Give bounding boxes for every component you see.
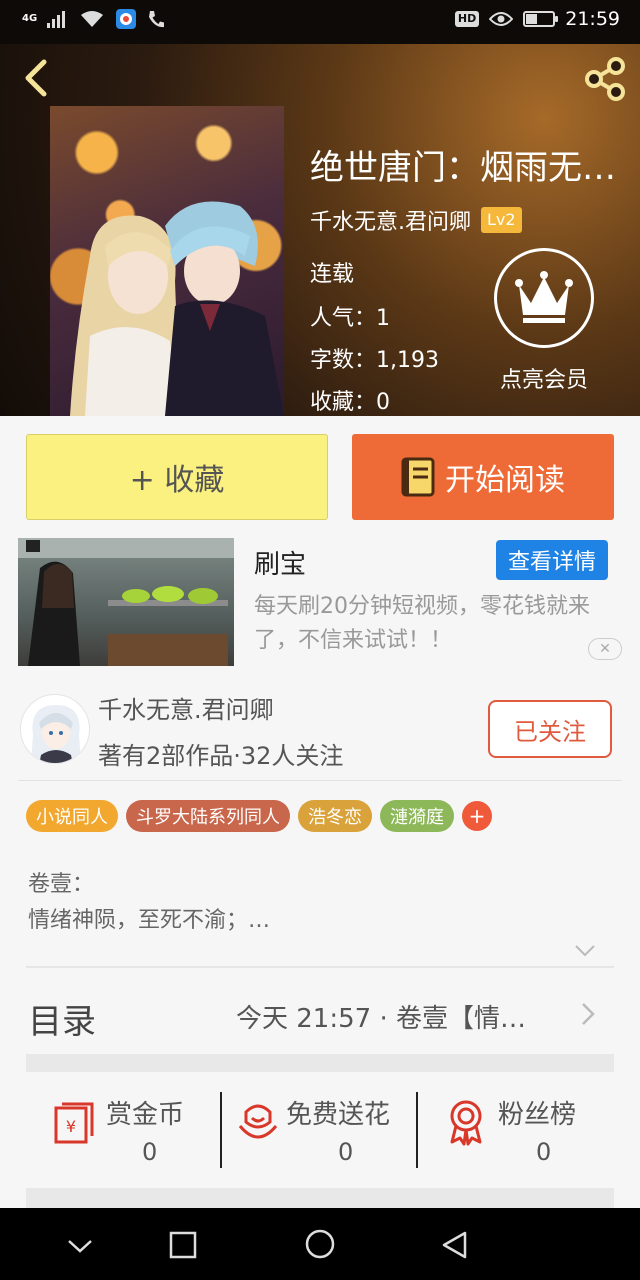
vip-button[interactable] [494, 248, 594, 348]
free-flowers-count: 0 [338, 1138, 354, 1166]
tag-item[interactable]: 小说同人 [26, 800, 118, 832]
chevron-down-icon[interactable] [66, 1238, 94, 1254]
tag-list: 小说同人 斗罗大陆系列同人 浩冬恋 漣漪庭 + [26, 800, 492, 832]
reward-coins-count: 0 [142, 1138, 158, 1166]
add-tag-button[interactable]: + [462, 801, 492, 831]
close-icon: ✕ [599, 641, 611, 657]
book-icon [401, 457, 435, 497]
back-icon[interactable] [18, 58, 58, 98]
tag-item[interactable]: 漣漪庭 [380, 800, 454, 832]
ad-description[interactable]: 每天刷20分钟短视频，零花钱就来了，不信来试试！！ [254, 590, 614, 658]
ad-view-details-label: 查看详情 [507, 550, 596, 575]
divider [18, 780, 622, 781]
recent-apps-icon[interactable] [168, 1230, 198, 1260]
book-header: 绝世唐门：烟雨无… 千水无意.君问卿 Lv2 连载 人气：1 字数：1,193 … [0, 44, 640, 416]
book-author[interactable]: 千水无意.君问卿 [310, 204, 471, 236]
follow-label: 已关注 [514, 717, 586, 746]
latest-chapter[interactable]: 今天 21:57 · 卷壹【情… [236, 998, 556, 1035]
popularity-stat: 人气：1 [310, 306, 390, 331]
fans-ranking-button[interactable]: 粉丝榜 0 [424, 1090, 614, 1170]
ad-close-button[interactable]: ✕ [588, 638, 622, 660]
section-spacer [26, 1054, 614, 1072]
clock: 21:59 [565, 8, 620, 30]
network-type: 4G [22, 13, 38, 24]
back-nav-icon[interactable] [440, 1230, 470, 1260]
free-flowers-button[interactable]: 免费送花 0 [226, 1090, 416, 1170]
intro-line-2: 情绪神陨，至死不渝；… [28, 908, 271, 933]
vip-label[interactable]: 点亮会员 [494, 362, 594, 394]
battery-icon [523, 11, 559, 27]
serial-status: 连载 [310, 262, 355, 287]
share-icon[interactable] [582, 56, 628, 102]
app-notification-icon [116, 9, 137, 29]
start-reading-label: 开始阅读 [445, 463, 565, 498]
flower-icon [238, 1104, 278, 1139]
author-name[interactable]: 千水无意.君问卿 [98, 690, 274, 725]
red-envelope-icon: ¥ [54, 1102, 94, 1144]
word-count-stat: 字数：1,193 [310, 348, 439, 373]
medal-icon [450, 1100, 482, 1146]
favorites-stat: 收藏：0 [310, 390, 390, 415]
chevron-down-icon[interactable] [574, 944, 596, 958]
reward-coins-label: 赏金币 [106, 1100, 185, 1130]
author-avatar[interactable] [20, 694, 90, 764]
svg-text:¥: ¥ [66, 1117, 76, 1136]
phone-icon [149, 11, 165, 28]
crown-icon [515, 271, 573, 323]
reward-coins-button[interactable]: ¥ 赏金币 0 [40, 1090, 220, 1170]
wifi-icon [81, 11, 104, 27]
collect-button[interactable]: + 收藏 [26, 434, 328, 520]
level-badge: Lv2 [481, 207, 522, 233]
divider [26, 966, 614, 968]
signal-icon [47, 11, 66, 28]
chevron-right-icon[interactable] [580, 1002, 596, 1026]
book-title: 绝世唐门：烟雨无… [310, 148, 616, 188]
system-nav-bar [0, 1208, 640, 1280]
divider [220, 1092, 222, 1168]
tag-item[interactable]: 浩冬恋 [298, 800, 372, 832]
status-bar: 4G HD 21:59 [0, 0, 640, 44]
home-icon[interactable] [304, 1228, 336, 1260]
hd-badge: HD [454, 11, 480, 27]
follow-button[interactable]: 已关注 [488, 700, 612, 758]
free-flowers-label: 免费送花 [286, 1100, 391, 1130]
section-spacer [26, 1188, 614, 1208]
tag-item[interactable]: 斗罗大陆系列同人 [126, 800, 290, 832]
fans-ranking-label: 粉丝榜 [498, 1100, 577, 1130]
collect-label: + 收藏 [129, 463, 225, 498]
intro-line-1: 卷壹： [28, 872, 95, 897]
ad-title[interactable]: 刷宝 [254, 544, 306, 581]
author-summary: 著有2部作品·32人关注 [98, 742, 344, 770]
toc-label[interactable]: 目录 [28, 994, 96, 1043]
divider [416, 1092, 418, 1168]
start-reading-button[interactable]: 开始阅读 [352, 434, 614, 520]
book-cover-image[interactable] [50, 106, 284, 416]
ad-image[interactable] [18, 538, 234, 666]
eye-comfort-icon [489, 12, 514, 26]
fans-ranking-count: 0 [536, 1138, 552, 1166]
ad-view-details-button[interactable]: 查看详情 [496, 540, 608, 580]
